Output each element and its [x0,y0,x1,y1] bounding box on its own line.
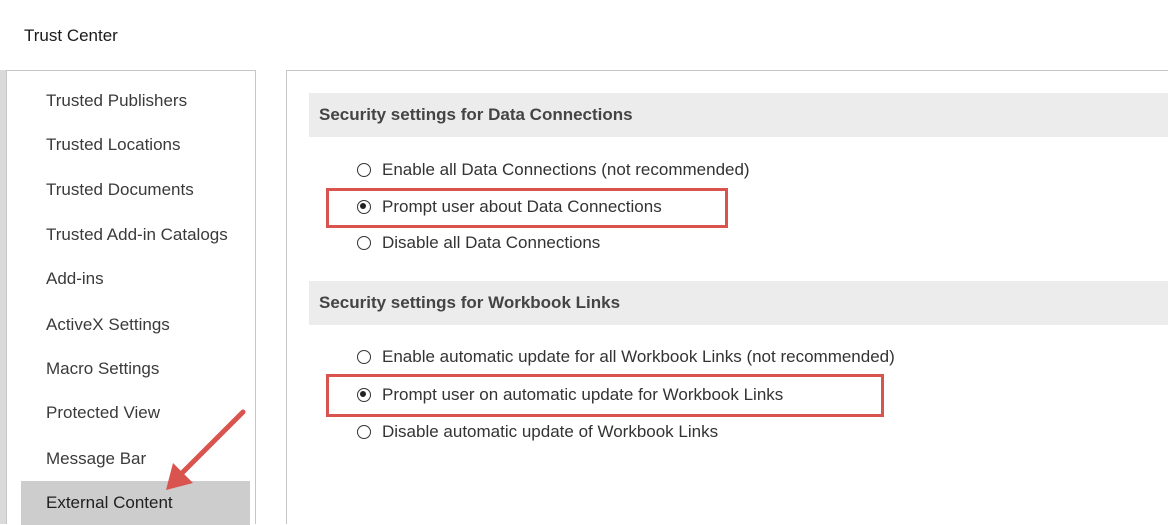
option-disable-workbook-links[interactable]: Disable automatic update of Workbook Lin… [357,417,718,447]
radio-button[interactable] [357,350,371,364]
sidebar: Trusted Publishers Trusted Locations Tru… [6,70,256,525]
section-header-data-connections: Security settings for Data Connections [309,93,1168,137]
sidebar-item-trusted-publishers[interactable]: Trusted Publishers [21,79,250,123]
sidebar-item-trusted-documents[interactable]: Trusted Documents [21,168,250,212]
section-header-workbook-links: Security settings for Workbook Links [309,281,1168,325]
sidebar-item-trusted-locations[interactable]: Trusted Locations [21,123,250,167]
option-label: Enable automatic update for all Workbook… [382,347,895,366]
settings-panel: Security settings for Data Connections E… [286,70,1168,524]
radio-button[interactable] [357,163,371,177]
option-label: Disable automatic update of Workbook Lin… [382,422,719,441]
sidebar-item-message-bar[interactable]: Message Bar [21,437,250,481]
radio-button[interactable] [357,236,371,250]
option-disable-data-connections[interactable]: Disable all Data Connections [357,228,600,258]
option-label: Prompt user about Data Connections [382,197,662,216]
sidebar-item-macro-settings[interactable]: Macro Settings [21,347,250,391]
option-label: Prompt user on automatic update for Work… [382,385,784,404]
sidebar-item-external-content[interactable]: External Content [21,481,250,525]
option-prompt-data-connections[interactable]: Prompt user about Data Connections [357,192,662,222]
radio-button[interactable] [357,425,371,439]
option-label: Disable all Data Connections [382,233,601,252]
sidebar-item-trusted-add-in-catalogs[interactable]: Trusted Add-in Catalogs [21,213,250,257]
option-label: Enable all Data Connections (not recomme… [382,160,750,179]
sidebar-item-protected-view[interactable]: Protected View [21,391,250,435]
option-enable-workbook-links[interactable]: Enable automatic update for all Workbook… [357,342,895,372]
sidebar-item-add-ins[interactable]: Add-ins [21,257,250,301]
option-prompt-workbook-links[interactable]: Prompt user on automatic update for Work… [357,380,783,410]
option-enable-data-connections[interactable]: Enable all Data Connections (not recomme… [357,155,750,185]
radio-button-checked[interactable] [357,388,371,402]
title-bar: Trust Center [0,0,1168,70]
divider-gutter [256,70,286,524]
radio-button-checked[interactable] [357,200,371,214]
window-title: Trust Center [24,26,118,45]
sidebar-item-activex-settings[interactable]: ActiveX Settings [21,303,250,347]
